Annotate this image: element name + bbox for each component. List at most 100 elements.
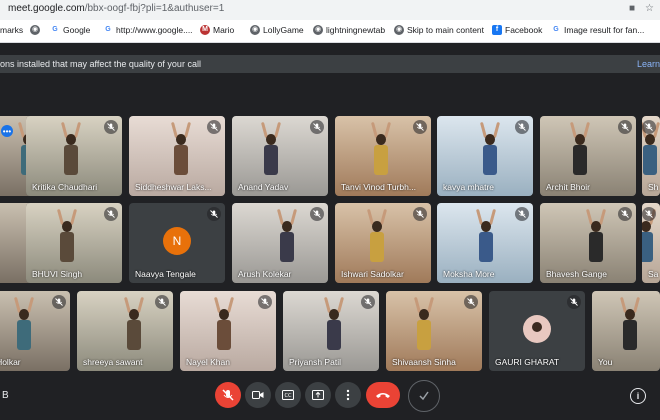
muted-mic-icon	[207, 120, 221, 134]
svg-text:CC: CC	[285, 393, 292, 399]
participant-tile[interactable]: Ishwari Sadolkar	[335, 203, 431, 283]
end-call-button[interactable]	[366, 382, 400, 408]
participant-name: Priyansh Patil	[289, 357, 341, 367]
more-vert-icon	[346, 389, 350, 401]
participant-tile[interactable]: Nayel Khan	[180, 291, 276, 371]
activity-checkmark-button[interactable]	[408, 380, 440, 412]
participant-tile[interactable]: GAURI GHARAT	[489, 291, 585, 371]
participant-name: Anand Yadav	[238, 182, 289, 192]
participant-name: Nayel Khan	[186, 357, 230, 367]
learn-more-link[interactable]: Learn	[637, 59, 660, 69]
participant-tile[interactable]: You	[592, 291, 660, 371]
participant-tile[interactable]: N Naavya Tengale	[129, 203, 225, 283]
participant-name: Sh	[648, 182, 659, 192]
mic-toggle-button[interactable]	[215, 382, 241, 408]
muted-mic-icon	[104, 207, 118, 221]
participant-name: Archit Bhoir	[546, 182, 590, 192]
url-text[interactable]: meet.google.com/bbx-oogf-fbj?pli=1&authu…	[8, 3, 224, 14]
participant-tile[interactable]: Bhavesh Gange	[540, 203, 636, 283]
muted-mic-icon	[642, 207, 656, 221]
participant-tile[interactable]: Anand Yadav	[232, 116, 328, 196]
camera-icon[interactable]: ■	[629, 3, 635, 14]
participant-name: Siddheshwar Laks...	[135, 182, 212, 192]
participant-name: Moksha More	[443, 269, 495, 279]
camera-toggle-button[interactable]	[245, 382, 271, 408]
participant-name: Arush Kolekar	[238, 269, 292, 279]
muted-mic-icon	[361, 295, 375, 309]
participant-tile[interactable]: Archit Bhoir	[540, 116, 636, 196]
bookmark-item[interactable]: G Google	[50, 25, 90, 35]
bookmark-item[interactable]: ◉ LollyGame	[250, 25, 304, 35]
bookmark-item[interactable]: G Image result for fan...	[551, 25, 644, 35]
banner-message: ons installed that may affect the qualit…	[0, 59, 201, 69]
muted-mic-icon	[310, 120, 324, 134]
bookmark-item[interactable]: ◉ Skip to main content	[394, 25, 484, 35]
bookmark-item[interactable]: ◉	[30, 25, 40, 35]
bookmark-label: marks	[0, 25, 24, 35]
mic-off-icon	[222, 389, 234, 401]
browser-address-bar[interactable]: meet.google.com/bbx-oogf-fbj?pli=1&authu…	[0, 0, 660, 20]
url-path: /bbx-oogf-fbj?pli=1&authuser=1	[84, 3, 225, 14]
muted-mic-icon	[515, 207, 529, 221]
participant-tile[interactable]: Moksha More	[437, 203, 533, 283]
participant-tile[interactable]: Priyansh Patil	[283, 291, 379, 371]
participant-tile[interactable]: shreeya sawant	[77, 291, 173, 371]
participant-tile[interactable]: esh Holkar	[0, 291, 70, 371]
more-participants-icon[interactable]: •••	[1, 125, 13, 137]
bookmark-item[interactable]: f Facebook	[492, 25, 542, 35]
bookmarks-bar: marks ◉ G Google Ghttp://www.google.... M…	[0, 20, 660, 43]
participant-tile[interactable]: kavya mhatre	[437, 116, 533, 196]
bookmark-label: Mario	[213, 25, 235, 35]
participant-name: You	[598, 357, 613, 367]
muted-mic-icon	[104, 120, 118, 134]
muted-mic-icon	[642, 120, 656, 134]
participant-tile[interactable]: Shivaansh Sinha	[386, 291, 482, 371]
bookmark-label: Image result for fan...	[564, 25, 645, 35]
participant-tile[interactable]: Kritika Chaudhari	[26, 116, 122, 196]
participant-name: BHUVI Singh	[32, 269, 83, 279]
meeting-code-fragment: B	[2, 390, 9, 401]
participant-name: Naavya Tengale	[135, 269, 196, 279]
globe-icon: ◉	[250, 25, 260, 35]
more-options-button[interactable]	[335, 382, 361, 408]
google-icon: G	[105, 26, 111, 33]
participant-name: Tanvi Vinod Turbh...	[341, 182, 416, 192]
participant-tile[interactable]: Siddheshwar Laks...	[129, 116, 225, 196]
participant-name: Kritika Chaudhari	[32, 182, 98, 192]
participant-name: Shivaansh Sinha	[392, 357, 456, 367]
muted-mic-icon	[618, 120, 632, 134]
participant-avatar: N	[163, 227, 191, 255]
extension-warning-banner: ons installed that may affect the qualit…	[0, 55, 660, 73]
star-icon[interactable]: ☆	[645, 3, 654, 14]
facebook-icon: f	[492, 25, 502, 35]
participant-tile[interactable]: Sh	[642, 116, 660, 196]
participant-tile[interactable]: Arush Kolekar	[232, 203, 328, 283]
muted-mic-icon	[413, 120, 427, 134]
bookmark-label: Skip to main content	[407, 25, 485, 35]
bookmark-label: Facebook	[505, 25, 543, 35]
participant-tile[interactable]: Tanvi Vinod Turbh...	[335, 116, 431, 196]
participant-name: esh Holkar	[0, 357, 21, 367]
participant-name: kavya mhatre	[443, 182, 495, 192]
bookmark-item[interactable]: Ghttp://www.google....	[103, 25, 193, 35]
bookmark-item[interactable]: M Mario	[200, 25, 234, 35]
participant-avatar	[523, 315, 551, 343]
participant-tile[interactable]: BHUVI Singh	[26, 203, 122, 283]
participant-name: GAURI GHARAT	[495, 357, 560, 367]
muted-mic-icon	[207, 207, 221, 221]
check-icon	[419, 391, 429, 401]
muted-mic-icon	[52, 295, 66, 309]
bookmark-item[interactable]: marks	[0, 25, 23, 35]
mario-icon: M	[200, 25, 210, 35]
google-icon: G	[52, 26, 58, 33]
bookmark-item[interactable]: ◉ lightningnewtab	[313, 25, 385, 35]
bookmark-label: Google	[63, 25, 91, 35]
bookmark-label: http://www.google....	[116, 25, 193, 35]
participant-tile[interactable]: Sa	[642, 203, 660, 283]
muted-mic-icon	[413, 207, 427, 221]
present-screen-button[interactable]	[305, 382, 331, 408]
muted-mic-icon	[567, 295, 581, 309]
meeting-info-icon[interactable]: i	[630, 388, 646, 404]
captions-button[interactable]: CC	[275, 382, 301, 408]
url-host: meet.google.com	[8, 3, 85, 14]
